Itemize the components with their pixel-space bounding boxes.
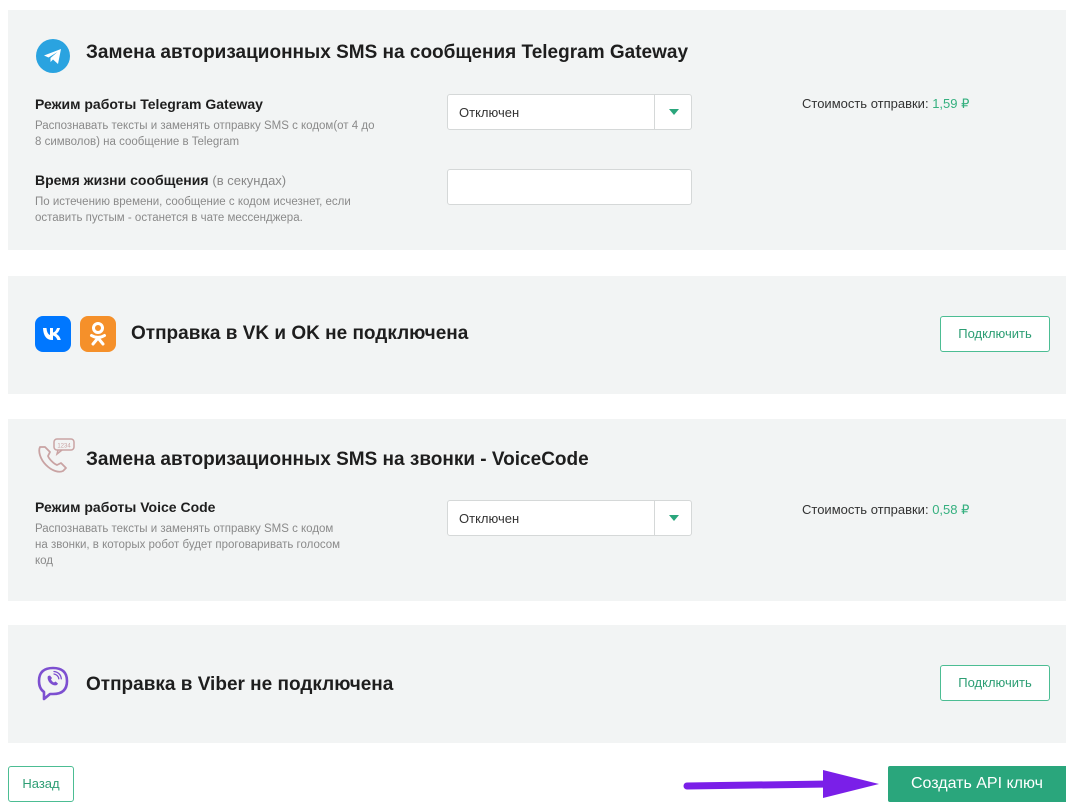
viber-icon [37,666,69,701]
telegram-ttl-label: Время жизни сообщения (в секундах) [35,172,286,188]
telegram-icon [36,39,70,73]
telegram-mode-hint: Распознавать тексты и заменять отправку … [35,120,375,148]
panel-title: Замена авторизационных SMS на звонки - V… [86,449,589,470]
cost-value: 0,58 ₽ [932,502,970,517]
cost-label: Стоимость отправки: [802,502,929,517]
ttl-label-text: Время жизни сообщения [35,172,209,188]
panel-title: Отправка в VK и OK не подключена [131,323,469,344]
back-button[interactable]: Назад [8,766,74,802]
dropdown-caret-icon[interactable] [669,109,679,115]
select-value: Отключен [459,511,520,526]
ok-icon [80,316,116,352]
vk-ok-panel: Отправка в VK и OK не подключена Подключ… [8,276,1066,394]
dropdown-caret-icon[interactable] [669,515,679,521]
icon-badge-text: 1234 [57,444,71,450]
telegram-gateway-panel: Замена авторизационных SMS на сообщения … [8,10,1066,250]
voice-mode-label: Режим работы Voice Code [35,499,216,515]
select-separator [654,95,655,129]
connect-vk-ok-button[interactable]: Подключить [940,316,1050,352]
panel-title: Отправка в Viber не подключена [86,674,394,695]
select-value: Отключен [459,105,520,120]
select-separator [654,501,655,535]
telegram-cost: Стоимость отправки: 1,59 ₽ [802,96,969,112]
viber-panel: Отправка в Viber не подключена Подключит… [8,625,1066,743]
phone-message-icon: 1234 [38,438,75,473]
vk-icon [35,316,71,352]
voice-mode-hint: Распознавать тексты и заменять отправку … [35,523,341,567]
create-api-key-button[interactable]: Создать API ключ [888,766,1066,802]
telegram-ttl-input[interactable] [447,169,692,205]
voicecode-panel: 1234 Замена авторизационных SMS на звонк… [8,419,1066,601]
telegram-mode-label: Режим работы Telegram Gateway [35,96,263,112]
telegram-mode-select[interactable]: Отключен [447,94,692,130]
voice-mode-select[interactable]: Отключен [447,500,692,536]
cost-label: Стоимость отправки: [802,96,929,111]
arrow-right-icon [683,770,879,798]
telegram-ttl-hint: По истечению времени, сообщение с кодом … [35,196,351,224]
cost-value: 1,59 ₽ [932,96,970,111]
panel-title: Замена авторизационных SMS на сообщения … [86,42,689,63]
ttl-unit: (в секундах) [212,173,287,188]
connect-viber-button[interactable]: Подключить [940,665,1050,701]
voice-cost: Стоимость отправки: 0,58 ₽ [802,502,969,518]
